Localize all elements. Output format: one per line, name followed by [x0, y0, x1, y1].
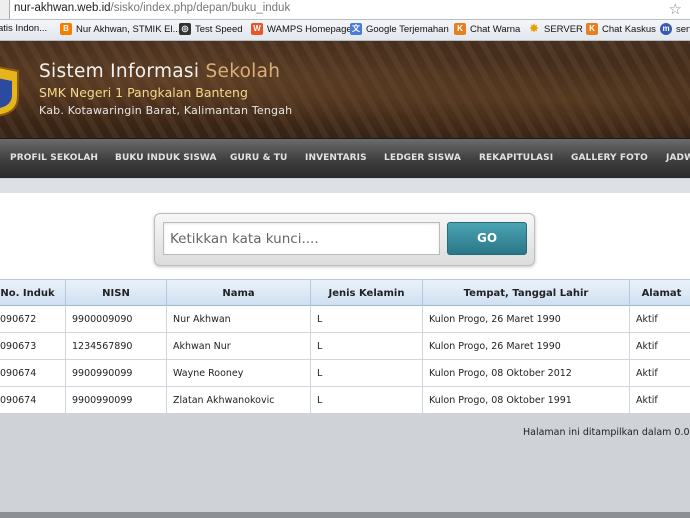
school-name: SMK Negeri 1 Pangkalan Banteng	[39, 85, 248, 100]
bookmark-item[interactable]: atis Indon...	[0, 23, 47, 34]
cell-jenis-kelamin: L	[311, 360, 423, 387]
cell-no-induk: 090673	[0, 333, 66, 360]
cell-tempat-tanggal-lahir: Kulon Progo, 08 Oktober 1991	[423, 387, 630, 414]
bookmark-label: atis Indon...	[0, 23, 48, 34]
column-header-no-induk[interactable]: No. Induk	[0, 280, 66, 307]
cell-nisn: 9900990099	[66, 387, 167, 414]
table-row[interactable]: 090674 9900990099 Wayne Rooney L Kulon P…	[0, 360, 690, 387]
cell-nisn: 9900009090	[66, 306, 167, 333]
content-top-strip	[0, 179, 690, 193]
bookmark-item[interactable]: 文 Google Terjemahan	[350, 23, 449, 35]
nav-item-rekapitulasi[interactable]: REKAPITULASI	[479, 153, 553, 163]
blogger-icon: B	[60, 23, 72, 35]
table-row[interactable]: 090672 9900009090 Nur Akhwan L Kulon Pro…	[0, 306, 690, 333]
google-translate-icon: 文	[350, 23, 362, 35]
cell-alamat: Aktif	[630, 333, 690, 360]
search-panel: GO	[154, 213, 535, 266]
bookmark-label: Chat Warna	[470, 23, 521, 35]
site-title-accent: Sekolah	[205, 61, 281, 82]
bookmark-label: Chat Kaskus	[602, 23, 656, 35]
nav-item-jadwal[interactable]: JADWAL	[666, 153, 690, 163]
search-input[interactable]	[163, 222, 440, 255]
cell-no-induk: 090674	[0, 387, 66, 414]
bookmark-item[interactable]: ◎ Test Speed	[179, 23, 243, 35]
site-title-main: Sistem Informasi	[39, 61, 206, 82]
nav-item-ledger-siswa[interactable]: LEDGER SISWA	[384, 153, 461, 163]
cell-nama: Wayne Rooney	[167, 360, 311, 387]
table-row[interactable]: 090673 1234567890 Akhwan Nur L Kulon Pro…	[0, 333, 690, 360]
main-nav: PROFIL SEKOLAH BUKU INDUK SISWA GURU & T…	[0, 138, 690, 178]
bookmark-item[interactable]: K Chat Warna	[454, 23, 520, 35]
url-host: nur-akhwan.web.id	[14, 2, 111, 14]
nav-item-guru-tu[interactable]: GURU & TU	[230, 153, 287, 163]
bookmarks-bar: atis Indon... B Nur Akhwan, STMIK El... ◎…	[0, 20, 690, 41]
address-bar-edge	[0, 0, 10, 19]
cell-nama: Akhwan Nur	[167, 333, 311, 360]
kaskus-icon: K	[454, 23, 466, 35]
cell-tempat-tanggal-lahir: Kulon Progo, 26 Maret 1990	[423, 306, 630, 333]
school-logo-icon	[0, 66, 19, 117]
bookmark-item[interactable]: B Nur Akhwan, STMIK El...	[60, 23, 181, 35]
go-button[interactable]: GO	[447, 222, 527, 255]
nav-item-inventaris[interactable]: INVENTARIS	[305, 153, 367, 163]
address-bar[interactable]: nur-akhwan.web.id/sisko/index.php/depan/…	[0, 0, 690, 20]
render-time-note: Halaman ini ditampilkan dalam 0.0	[523, 427, 690, 438]
kaskus-icon: K	[586, 23, 598, 35]
table-row[interactable]: 090674 9900990099 Zlatan Akhwanokovic L …	[0, 387, 690, 414]
bookmark-label: Nur Akhwan, STMIK El...	[76, 23, 181, 35]
cell-no-induk: 090672	[0, 306, 66, 333]
bookmark-item[interactable]: ✸ SERVER	[528, 23, 583, 35]
cell-alamat: Aktif	[630, 360, 690, 387]
page-bottom-edge	[0, 512, 690, 518]
site-header: Sistem Informasi Sekolah SMK Negeri 1 Pa…	[0, 41, 690, 138]
bookmark-label: Google Terjemahan	[366, 23, 449, 35]
table-header-row: No. Induk NISN Nama Jenis Kelamin Tempat…	[0, 279, 690, 307]
school-location: Kab. Kotawaringin Barat, Kalimantan Teng…	[39, 104, 293, 117]
cell-alamat: Aktif	[630, 306, 690, 333]
bookmark-item[interactable]: msert	[660, 23, 690, 35]
column-header-nama[interactable]: Nama	[167, 280, 311, 307]
wamp-icon: W	[251, 23, 263, 35]
cell-jenis-kelamin: L	[311, 306, 423, 333]
bookmark-item[interactable]: W WAMPS Homepage	[251, 23, 352, 35]
nav-item-gallery-foto[interactable]: GALLERY FOTO	[571, 153, 648, 163]
bookmark-label: SERVER	[544, 23, 583, 35]
nav-item-profil-sekolah[interactable]: PROFIL SEKOLAH	[10, 153, 98, 163]
cell-jenis-kelamin: L	[311, 333, 423, 360]
cell-nisn: 1234567890	[66, 333, 167, 360]
bookmark-star-icon[interactable]: ☆	[669, 0, 682, 18]
star-bookmark-icon: ✸	[529, 23, 539, 35]
cell-alamat: Aktif	[630, 387, 690, 414]
column-header-alamat[interactable]: Alamat	[630, 280, 690, 307]
cell-jenis-kelamin: L	[311, 387, 423, 414]
speedtest-icon: ◎	[179, 23, 191, 35]
bookmark-label: sert	[676, 23, 690, 35]
column-header-jenis-kelamin[interactable]: Jenis Kelamin	[311, 280, 423, 307]
site-title: Sistem Informasi Sekolah	[39, 61, 280, 82]
bookmark-label: WAMPS Homepage	[267, 23, 352, 35]
cell-nama: Zlatan Akhwanokovic	[167, 387, 311, 414]
cell-tempat-tanggal-lahir: Kulon Progo, 26 Maret 1990	[423, 333, 630, 360]
bookmark-label: Test Speed	[195, 23, 243, 35]
cell-no-induk: 090674	[0, 360, 66, 387]
url-path: /sisko/index.php/depan/buku_induk	[110, 2, 291, 14]
bookmark-item[interactable]: K Chat Kaskus	[586, 23, 656, 35]
bookmark-site-icon: m	[660, 23, 672, 35]
cell-tempat-tanggal-lahir: Kulon Progo, 08 Oktober 2012	[423, 360, 630, 387]
cell-nisn: 9900990099	[66, 360, 167, 387]
nav-item-buku-induk-siswa[interactable]: BUKU INDUK SISWA	[115, 153, 217, 163]
cell-nama: Nur Akhwan	[167, 306, 311, 333]
column-header-tempat-tanggal-lahir[interactable]: Tempat, Tanggal Lahir	[423, 280, 630, 307]
url-text[interactable]: nur-akhwan.web.id/sisko/index.php/depan/…	[14, 2, 290, 14]
column-header-nisn[interactable]: NISN	[66, 280, 167, 307]
